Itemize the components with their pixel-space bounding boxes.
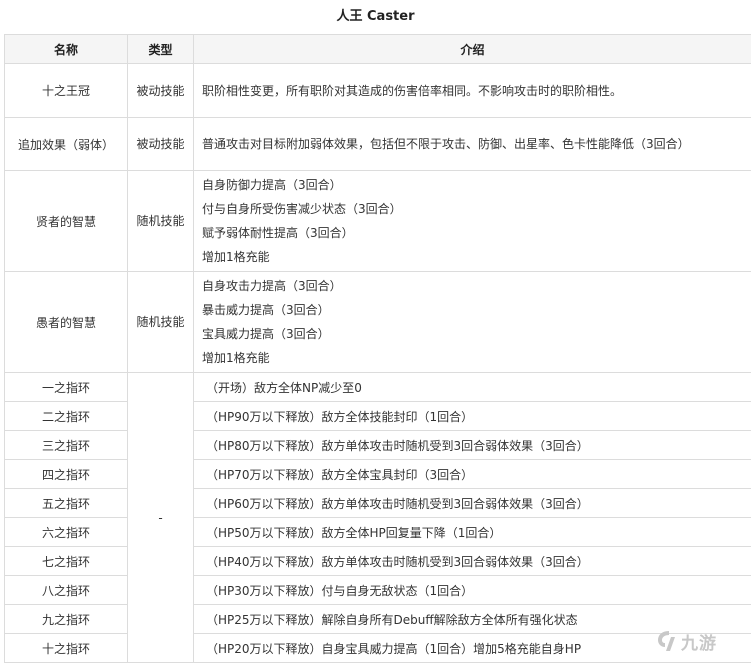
ring-desc: （HP90万以下释放）敌方全体技能封印（1回合） — [194, 402, 751, 431]
skill-type: 随机技能 — [128, 272, 194, 373]
skill-desc: 自身防御力提高（3回合） 付与自身所受伤害减少状态（3回合） 赋予弱体耐性提高（… — [194, 171, 751, 272]
table-row: 七之指环 （HP40万以下释放）敌方单体攻击时随机受到3回合弱体效果（3回合） — [5, 547, 751, 576]
ring-name: 九之指环 — [5, 605, 128, 634]
ring-name: 一之指环 — [5, 373, 128, 402]
ring-desc: （HP80万以下释放）敌方单体攻击时随机受到3回合弱体效果（3回合） — [194, 431, 751, 460]
header-name: 名称 — [5, 35, 128, 64]
table-row: 八之指环 （HP30万以下释放）付与自身无敌状态（1回合） — [5, 576, 751, 605]
skill-desc-line: 付与自身所受伤害减少状态（3回合） — [202, 197, 751, 221]
skill-desc-line: 增加1格充能 — [202, 245, 751, 269]
skill-table: 名称 类型 介绍 十之王冠 被动技能 职阶相性变更，所有职阶对其造成的伤害倍率相… — [4, 34, 751, 663]
skill-desc: 普通攻击对目标附加弱体效果，包括但不限于攻击、防御、出星率、色卡性能降低（3回合… — [194, 118, 751, 171]
ring-desc: （HP50万以下释放）敌方全体HP回复量下降（1回合） — [194, 518, 751, 547]
ring-name: 二之指环 — [5, 402, 128, 431]
skill-name: 贤者的智慧 — [5, 171, 128, 272]
skill-desc-line: 增加1格充能 — [202, 346, 751, 370]
skill-desc-line: 赋予弱体耐性提高（3回合） — [202, 221, 751, 245]
table-row: 一之指环 - （开场）敌方全体NP减少至0 — [5, 373, 751, 402]
table-row: 四之指环 （HP70万以下释放）敌方全体宝具封印（3回合） — [5, 460, 751, 489]
ring-name: 五之指环 — [5, 489, 128, 518]
skill-desc-line: 暴击威力提高（3回合） — [202, 298, 751, 322]
skill-name: 愚者的智慧 — [5, 272, 128, 373]
table-row: 二之指环 （HP90万以下释放）敌方全体技能封印（1回合） — [5, 402, 751, 431]
skill-desc-line: 自身防御力提高（3回合） — [202, 173, 751, 197]
table-row: 愚者的智慧 随机技能 自身攻击力提高（3回合） 暴击威力提高（3回合） 宝具威力… — [5, 272, 751, 373]
ring-type: - — [128, 373, 194, 663]
skill-name: 追加效果（弱体） — [5, 118, 128, 171]
skill-desc-line: 自身攻击力提高（3回合） — [202, 274, 751, 298]
skill-desc: 职阶相性变更，所有职阶对其造成的伤害倍率相同。不影响攻击时的职阶相性。 — [194, 64, 751, 118]
table-row: 贤者的智慧 随机技能 自身防御力提高（3回合） 付与自身所受伤害减少状态（3回合… — [5, 171, 751, 272]
table-row: 十之王冠 被动技能 职阶相性变更，所有职阶对其造成的伤害倍率相同。不影响攻击时的… — [5, 64, 751, 118]
ring-desc: （HP60万以下释放）敌方单体攻击时随机受到3回合弱体效果（3回合） — [194, 489, 751, 518]
watermark: 九游 — [653, 626, 749, 656]
ring-name: 三之指环 — [5, 431, 128, 460]
page-title: 人王 Caster — [0, 0, 751, 34]
ring-desc: （HP40万以下释放）敌方单体攻击时随机受到3回合弱体效果（3回合） — [194, 547, 751, 576]
skill-desc: 自身攻击力提高（3回合） 暴击威力提高（3回合） 宝具威力提高（3回合） 增加1… — [194, 272, 751, 373]
ring-desc: （HP30万以下释放）付与自身无敌状态（1回合） — [194, 576, 751, 605]
table-row: 三之指环 （HP80万以下释放）敌方单体攻击时随机受到3回合弱体效果（3回合） — [5, 431, 751, 460]
table-header-row: 名称 类型 介绍 — [5, 35, 751, 64]
ring-desc: （开场）敌方全体NP减少至0 — [194, 373, 751, 402]
skill-type: 被动技能 — [128, 64, 194, 118]
ring-name: 八之指环 — [5, 576, 128, 605]
table-row: 六之指环 （HP50万以下释放）敌方全体HP回复量下降（1回合） — [5, 518, 751, 547]
ring-name: 四之指环 — [5, 460, 128, 489]
ring-name: 七之指环 — [5, 547, 128, 576]
watermark-text: 九游 — [681, 629, 717, 654]
ring-name: 六之指环 — [5, 518, 128, 547]
header-type: 类型 — [128, 35, 194, 64]
ring-desc: （HP70万以下释放）敌方全体宝具封印（3回合） — [194, 460, 751, 489]
table-row: 十之指环 （HP20万以下释放）自身宝具威力提高（1回合）增加5格充能自身HP — [5, 634, 751, 663]
skill-desc-line: 宝具威力提高（3回合） — [202, 322, 751, 346]
table-row: 五之指环 （HP60万以下释放）敌方单体攻击时随机受到3回合弱体效果（3回合） — [5, 489, 751, 518]
skill-type: 随机技能 — [128, 171, 194, 272]
skill-name: 十之王冠 — [5, 64, 128, 118]
table-row: 追加效果（弱体） 被动技能 普通攻击对目标附加弱体效果，包括但不限于攻击、防御、… — [5, 118, 751, 171]
jiuyou-logo-icon — [653, 628, 679, 654]
ring-name: 十之指环 — [5, 634, 128, 663]
header-desc: 介绍 — [194, 35, 751, 64]
skill-type: 被动技能 — [128, 118, 194, 171]
table-row: 九之指环 （HP25万以下释放）解除自身所有Debuff解除敌方全体所有强化状态 — [5, 605, 751, 634]
